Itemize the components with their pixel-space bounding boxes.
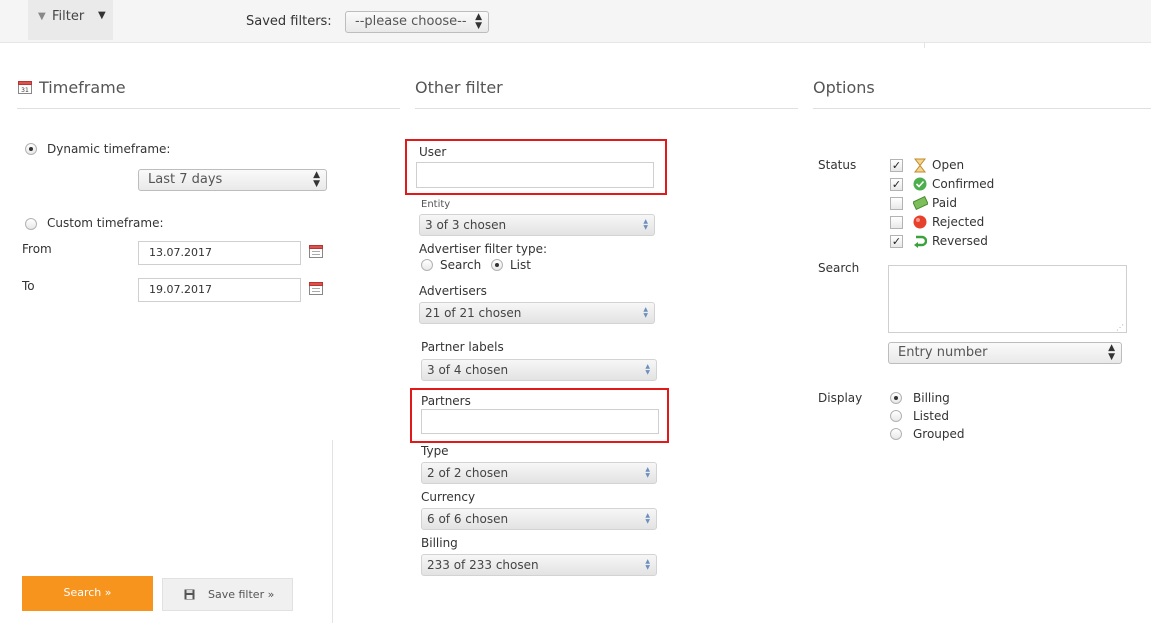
- display-listed-label: Listed: [913, 409, 949, 423]
- column-divider: [332, 440, 333, 623]
- select-arrows-icon: ▲ ▼: [645, 363, 650, 376]
- currency-label: Currency: [421, 490, 476, 504]
- status-rejected-checkbox[interactable]: [890, 216, 903, 229]
- filter-toolbar: [0, 0, 1151, 43]
- entity-select[interactable]: 3 of 3 chosen ▲ ▼: [419, 214, 655, 236]
- adv-filter-type-label: Advertiser filter type:: [419, 242, 548, 256]
- floppy-disk-icon: [184, 589, 195, 600]
- adv-filter-list-label: List: [510, 258, 531, 272]
- type-select[interactable]: 2 of 2 chosen ▲ ▼: [421, 462, 657, 484]
- partners-label: Partners: [421, 394, 471, 408]
- funnel-icon: ▼: [38, 11, 46, 22]
- display-billing-label: Billing: [913, 391, 950, 405]
- save-filter-label: Save filter »: [208, 588, 275, 601]
- status-open-label: Open: [932, 158, 965, 172]
- from-label: From: [22, 242, 52, 256]
- billing-label: Billing: [421, 536, 458, 550]
- search-label: Search: [818, 261, 860, 275]
- billing-select[interactable]: 233 of 233 chosen ▲ ▼: [421, 554, 657, 576]
- saved-filters-select[interactable]: --please choose-- ▲ ▼: [345, 11, 489, 33]
- dynamic-timeframe-radio[interactable]: [25, 143, 37, 155]
- user-label: User: [419, 145, 447, 159]
- status-open-checkbox[interactable]: ✓: [890, 159, 903, 172]
- saved-filters-value: --please choose--: [355, 14, 467, 29]
- chevron-down-icon[interactable]: ▼: [98, 10, 106, 21]
- display-listed-radio[interactable]: [890, 410, 902, 422]
- status-confirmed-label: Confirmed: [932, 177, 995, 191]
- options-divider: [813, 108, 1151, 109]
- partner-labels-value: 3 of 4 chosen: [427, 363, 509, 377]
- select-arrows-icon: ▲ ▼: [1108, 343, 1115, 362]
- select-arrows-icon: ▲ ▼: [475, 12, 482, 31]
- toolbar-divider: [924, 42, 925, 48]
- status-reversed-checkbox[interactable]: ✓: [890, 235, 903, 248]
- currency-value: 6 of 6 chosen: [427, 512, 509, 526]
- custom-timeframe-radio[interactable]: [25, 218, 37, 230]
- other-filter-title: Other filter: [415, 78, 503, 97]
- status-reversed-label: Reversed: [932, 234, 988, 248]
- user-input[interactable]: [416, 162, 654, 188]
- options-title: Options: [813, 78, 875, 97]
- check-circle-icon: [913, 177, 927, 191]
- search-textarea[interactable]: ⋰: [888, 265, 1127, 333]
- timeframe-title: Timeframe: [39, 78, 126, 97]
- select-arrows-icon: ▲ ▼: [645, 512, 650, 525]
- calendar-icon[interactable]: [309, 280, 323, 295]
- svg-text:31: 31: [21, 87, 29, 94]
- adv-filter-search-radio[interactable]: [421, 259, 433, 271]
- money-icon: [913, 196, 928, 210]
- filter-tab[interactable]: ▼ Filter ▼: [28, 0, 113, 40]
- search-button[interactable]: Search »: [22, 576, 153, 611]
- saved-filters-label: Saved filters:: [246, 14, 332, 29]
- type-value: 2 of 2 chosen: [427, 466, 509, 480]
- type-label: Type: [421, 444, 449, 458]
- select-arrows-icon: ▲ ▼: [645, 466, 650, 479]
- other-filter-divider: [415, 108, 798, 109]
- status-label: Status: [818, 158, 857, 172]
- calendar-icon: 31: [18, 81, 32, 94]
- search-field-value: Entry number: [898, 345, 988, 360]
- select-arrows-icon: ▲ ▼: [645, 558, 650, 571]
- search-field-select[interactable]: Entry number ▲ ▼: [888, 342, 1122, 364]
- calendar-icon[interactable]: [309, 243, 323, 258]
- red-circle-icon: [913, 215, 927, 229]
- select-arrows-icon: ▲ ▼: [313, 170, 320, 189]
- currency-select[interactable]: 6 of 6 chosen ▲ ▼: [421, 508, 657, 530]
- dynamic-timeframe-value: Last 7 days: [148, 172, 223, 187]
- entity-value: 3 of 3 chosen: [425, 218, 507, 232]
- display-grouped-radio[interactable]: [890, 428, 902, 440]
- resize-handle-icon[interactable]: ⋰: [1116, 324, 1124, 332]
- entity-label: Entity: [421, 199, 451, 210]
- to-date-input[interactable]: 19.07.2017: [138, 278, 301, 302]
- to-label: To: [22, 279, 35, 293]
- partner-labels-label: Partner labels: [421, 340, 504, 354]
- hourglass-icon: [913, 158, 927, 173]
- display-billing-radio[interactable]: [890, 392, 902, 404]
- reverse-arrow-icon: [914, 235, 927, 248]
- select-arrows-icon: ▲ ▼: [643, 306, 648, 319]
- adv-filter-search-label: Search: [440, 258, 482, 272]
- status-paid-label: Paid: [932, 196, 958, 210]
- advertisers-label: Advertisers: [419, 284, 487, 298]
- partner-labels-select[interactable]: 3 of 4 chosen ▲ ▼: [421, 359, 657, 381]
- custom-timeframe-label: Custom timeframe:: [47, 216, 164, 230]
- advertisers-value: 21 of 21 chosen: [425, 306, 522, 320]
- status-rejected-label: Rejected: [932, 215, 985, 229]
- select-arrows-icon: ▲ ▼: [643, 218, 648, 231]
- from-date-input[interactable]: 13.07.2017: [138, 241, 301, 265]
- status-paid-checkbox[interactable]: [890, 197, 903, 210]
- partners-input[interactable]: [421, 409, 659, 434]
- save-filter-button[interactable]: Save filter »: [162, 578, 293, 611]
- display-label: Display: [818, 391, 863, 405]
- dynamic-timeframe-label: Dynamic timeframe:: [47, 142, 171, 156]
- filter-tab-label: Filter: [52, 9, 85, 24]
- dynamic-timeframe-select[interactable]: Last 7 days ▲ ▼: [138, 169, 327, 191]
- adv-filter-list-radio[interactable]: [491, 259, 503, 271]
- display-grouped-label: Grouped: [913, 427, 965, 441]
- status-confirmed-checkbox[interactable]: ✓: [890, 178, 903, 191]
- billing-value: 233 of 233 chosen: [427, 558, 539, 572]
- advertisers-select[interactable]: 21 of 21 chosen ▲ ▼: [419, 302, 655, 324]
- timeframe-divider: [17, 108, 400, 109]
